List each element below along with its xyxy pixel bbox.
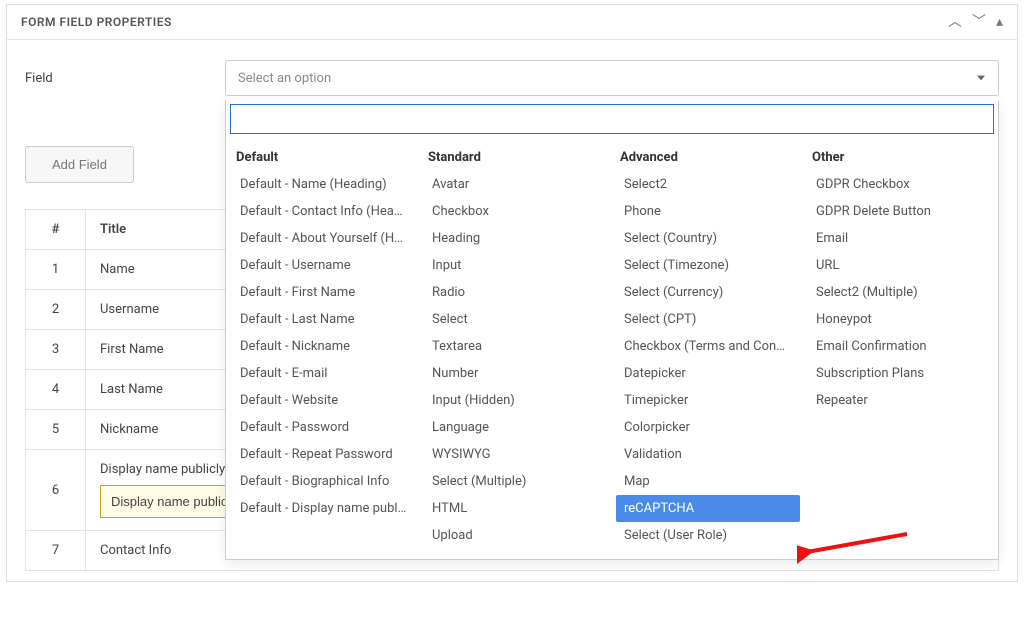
dropdown-option[interactable]: Default - Biographical Info: [232, 468, 416, 495]
dropdown-option[interactable]: Default - Username: [232, 252, 416, 279]
dropdown-group-advanced: AdvancedSelect2PhoneSelect (Country)Sele…: [616, 144, 800, 549]
dropdown-option[interactable]: Default - Display name publicly as: [232, 495, 416, 522]
row-number: 4: [26, 370, 86, 410]
dropdown-option[interactable]: URL: [808, 252, 992, 279]
dropdown-option[interactable]: Select2: [616, 171, 800, 198]
dropdown-option[interactable]: HTML: [424, 495, 608, 522]
dropdown-option[interactable]: Validation: [616, 441, 800, 468]
dropdown-option[interactable]: Email: [808, 225, 992, 252]
dropdown-option[interactable]: Email Confirmation: [808, 333, 992, 360]
dropdown-option[interactable]: Default - Nickname: [232, 333, 416, 360]
row-number: 1: [26, 250, 86, 290]
dropdown-option[interactable]: Heading: [424, 225, 608, 252]
dropdown-option[interactable]: Default - E-mail: [232, 360, 416, 387]
dropdown-option[interactable]: Select (Timezone): [616, 252, 800, 279]
dropdown-option[interactable]: Datepicker: [616, 360, 800, 387]
form-field-properties-panel: FORM FIELD PROPERTIES ︿ ﹀ ▴ Field Select…: [6, 4, 1018, 582]
dropdown-option[interactable]: GDPR Delete Button: [808, 198, 992, 225]
dropdown-option[interactable]: Upload: [424, 522, 608, 549]
panel-header: FORM FIELD PROPERTIES ︿ ﹀ ▴: [7, 5, 1017, 40]
dropdown-group-header: Other: [808, 144, 992, 171]
dropdown-option[interactable]: Textarea: [424, 333, 608, 360]
dropdown-option[interactable]: Number: [424, 360, 608, 387]
dropdown-search-wrap: [226, 100, 998, 140]
dropdown-option[interactable]: Select (Country): [616, 225, 800, 252]
field-select[interactable]: Select an option: [225, 60, 999, 96]
chevron-up-icon[interactable]: ︿: [948, 15, 962, 29]
row-number: 6: [26, 450, 86, 531]
dropdown-option[interactable]: reCAPTCHA: [616, 495, 800, 522]
dropdown-option[interactable]: Select (User Role): [616, 522, 800, 549]
dropdown-option[interactable]: Default - Name (Heading): [232, 171, 416, 198]
dropdown-option[interactable]: Default - Last Name: [232, 306, 416, 333]
dropdown-option[interactable]: WYSIWYG: [424, 441, 608, 468]
panel-title: FORM FIELD PROPERTIES: [21, 15, 172, 29]
dropdown-group-standard: StandardAvatarCheckboxHeadingInputRadioS…: [424, 144, 608, 549]
dropdown-option[interactable]: Input (Hidden): [424, 387, 608, 414]
dropdown-option[interactable]: Radio: [424, 279, 608, 306]
row-number: 2: [26, 290, 86, 330]
row-number: 7: [26, 531, 86, 571]
field-row: Field Select an option DefaultDefault - …: [25, 60, 999, 96]
chevron-down-icon[interactable]: ﹀: [972, 15, 986, 29]
dropdown-search-input[interactable]: [230, 104, 994, 134]
col-header-num: #: [26, 210, 86, 250]
dropdown-option[interactable]: Colorpicker: [616, 414, 800, 441]
dropdown-option[interactable]: Timepicker: [616, 387, 800, 414]
dropdown-option[interactable]: Select (Currency): [616, 279, 800, 306]
dropdown-option[interactable]: Default - Repeat Password: [232, 441, 416, 468]
dropdown-option[interactable]: Honeypot: [808, 306, 992, 333]
dropdown-option[interactable]: Phone: [616, 198, 800, 225]
dropdown-group-header: Standard: [424, 144, 608, 171]
dropdown-option[interactable]: Avatar: [424, 171, 608, 198]
dropdown-option[interactable]: Default - First Name: [232, 279, 416, 306]
dropdown-option[interactable]: Default - Password: [232, 414, 416, 441]
chevron-down-icon: [977, 76, 985, 81]
dropdown-option[interactable]: GDPR Checkbox: [808, 171, 992, 198]
dropdown-option[interactable]: Select (CPT): [616, 306, 800, 333]
dropdown-option[interactable]: Input: [424, 252, 608, 279]
dropdown-option[interactable]: Subscription Plans: [808, 360, 992, 387]
row-number: 3: [26, 330, 86, 370]
field-dropdown: DefaultDefault - Name (Heading)Default -…: [225, 100, 999, 560]
row-number: 5: [26, 410, 86, 450]
panel-controls: ︿ ﹀ ▴: [948, 15, 1003, 29]
dropdown-option[interactable]: Checkbox (Terms and Conditions): [616, 333, 800, 360]
dropdown-option[interactable]: Default - About Yourself (Heading): [232, 225, 416, 252]
field-select-wrap: Select an option DefaultDefault - Name (…: [225, 60, 999, 96]
dropdown-option[interactable]: Repeater: [808, 387, 992, 414]
add-field-button[interactable]: Add Field: [25, 146, 134, 183]
field-label: Field: [25, 71, 205, 86]
field-select-placeholder: Select an option: [238, 71, 331, 86]
dropdown-option[interactable]: Select (Multiple): [424, 468, 608, 495]
dropdown-option[interactable]: Select: [424, 306, 608, 333]
dropdown-option[interactable]: Map: [616, 468, 800, 495]
dropdown-columns: DefaultDefault - Name (Heading)Default -…: [226, 140, 998, 553]
dropdown-group-header: Default: [232, 144, 416, 171]
dropdown-option[interactable]: Language: [424, 414, 608, 441]
dropdown-option[interactable]: Default - Contact Info (Heading): [232, 198, 416, 225]
dropdown-group-header: Advanced: [616, 144, 800, 171]
dropdown-option[interactable]: Checkbox: [424, 198, 608, 225]
collapse-triangle-icon[interactable]: ▴: [996, 15, 1003, 29]
panel-body: Field Select an option DefaultDefault - …: [7, 40, 1017, 581]
dropdown-option[interactable]: Default - Website: [232, 387, 416, 414]
dropdown-group-default: DefaultDefault - Name (Heading)Default -…: [232, 144, 416, 549]
dropdown-option[interactable]: Select2 (Multiple): [808, 279, 992, 306]
dropdown-group-other: OtherGDPR CheckboxGDPR Delete ButtonEmai…: [808, 144, 992, 549]
